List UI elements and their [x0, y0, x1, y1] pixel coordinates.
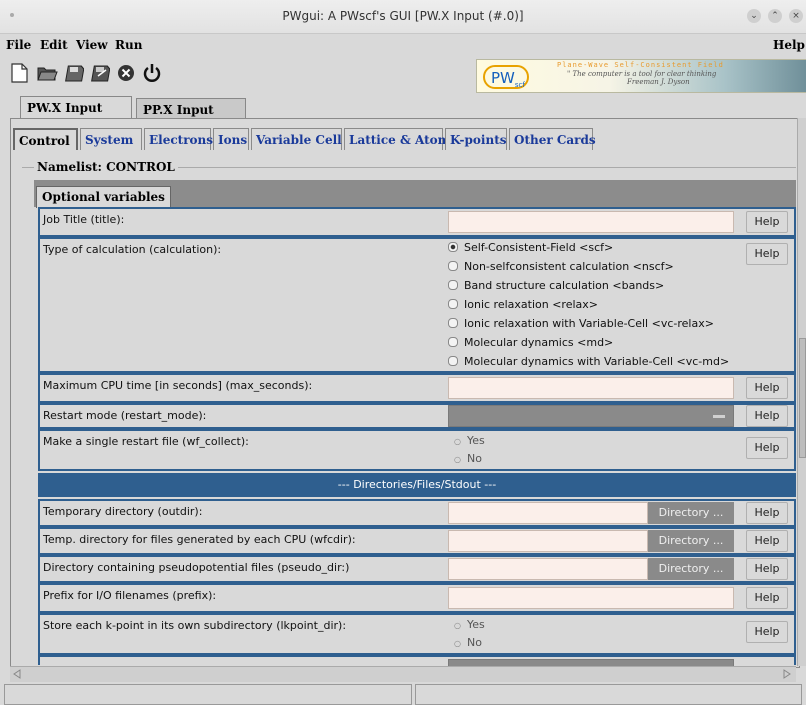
label-outdir: Temporary directory (outdir):: [43, 505, 203, 518]
radio-calc-vc-relax[interactable]: Ionic relaxation with Variable-Cell <vc-…: [448, 317, 714, 330]
row-wf-collect: Make a single restart file (wf_collect):…: [38, 429, 796, 471]
section-directories-header: --- Directories/Files/Stdout ---: [38, 473, 796, 497]
save-icon[interactable]: [62, 62, 84, 84]
minimize-icon[interactable]: ⌄: [747, 9, 761, 23]
help-button-lkpoint-dir[interactable]: Help: [746, 621, 788, 643]
vertical-scroll-thumb[interactable]: [799, 338, 806, 458]
menu-view[interactable]: View: [76, 38, 108, 52]
radio-calc-bands[interactable]: Band structure calculation <bands>: [448, 279, 664, 292]
maximize-icon[interactable]: ⌃: [768, 9, 782, 23]
status-field-left: [4, 684, 412, 705]
subtab-lattice-atoms[interactable]: Lattice & Atoms: [344, 128, 457, 150]
max-seconds-input[interactable]: [448, 377, 734, 399]
subtab-other-cards[interactable]: Other Cards: [509, 128, 596, 150]
row-outdir: Temporary directory (outdir): Directory …: [38, 499, 796, 527]
subtab-control[interactable]: Control: [13, 128, 78, 150]
label-wfcdir: Temp. directory for files generated by e…: [43, 533, 356, 546]
save-as-icon[interactable]: [88, 62, 110, 84]
menu-file[interactable]: File: [6, 38, 31, 52]
menu-help[interactable]: Help: [773, 38, 805, 52]
dropdown-indicator-icon: [713, 415, 725, 418]
radio-lkpoint-yes[interactable]: ○ Yes: [454, 618, 485, 631]
label-prefix: Prefix for I/O filenames (prefix):: [43, 589, 217, 602]
help-button-calculation[interactable]: Help: [746, 243, 788, 265]
row-title: Job Title (title): Help: [38, 207, 796, 237]
radio-lkpoint-no[interactable]: ○ No: [454, 636, 482, 649]
horizontal-scrollbar[interactable]: [10, 666, 796, 682]
help-button-wf-collect[interactable]: Help: [746, 437, 788, 459]
wfcdir-directory-button[interactable]: Directory ...: [648, 530, 734, 552]
radio-wf-collect-yes[interactable]: ○ Yes: [454, 434, 485, 447]
new-file-icon[interactable]: [8, 62, 30, 84]
subtab-variable-cell[interactable]: Variable Cell: [251, 128, 342, 150]
help-button-outdir[interactable]: Help: [746, 502, 788, 524]
banner-tagline: Plane-Wave Self-Consistent Field: [557, 61, 724, 69]
status-field-right: [415, 684, 802, 705]
row-pseudo-dir: Directory containing pseudopotential fil…: [38, 555, 796, 583]
stop-icon[interactable]: [115, 62, 137, 84]
row-max-seconds: Maximum CPU time [in seconds] (max_secon…: [38, 373, 796, 403]
radio-wf-collect-no[interactable]: ○ No: [454, 452, 482, 465]
label-wf-collect: Make a single restart file (wf_collect):: [43, 435, 249, 448]
vertical-scrollbar[interactable]: [797, 118, 806, 666]
scroll-right-icon[interactable]: [782, 669, 792, 679]
label-pseudo-dir: Directory containing pseudopotential fil…: [43, 561, 350, 574]
title-input[interactable]: [448, 211, 734, 233]
row-wfcdir: Temp. directory for files generated by e…: [38, 527, 796, 555]
subtab-electrons[interactable]: Electrons: [144, 128, 213, 150]
row-next-partial: [38, 655, 796, 667]
help-button-pseudo-dir[interactable]: Help: [746, 558, 788, 580]
tab-ppx-input[interactable]: PP.X Input (#.1): [136, 98, 246, 139]
subtab-k-points[interactable]: K-points: [445, 128, 507, 150]
close-icon[interactable]: ×: [789, 9, 803, 23]
open-folder-icon[interactable]: [36, 62, 58, 84]
row-calculation: Type of calculation (calculation): Self-…: [38, 237, 796, 373]
pseudo-dir-input[interactable]: [448, 558, 648, 580]
tab-optional-variables[interactable]: Optional variables: [36, 186, 171, 208]
wfcdir-input[interactable]: [448, 530, 648, 552]
label-title: Job Title (title):: [43, 213, 125, 226]
radio-calc-nscf[interactable]: Non-selfconsistent calculation <nscf>: [448, 260, 674, 273]
help-button-prefix[interactable]: Help: [746, 587, 788, 609]
outdir-directory-button[interactable]: Directory ...: [648, 502, 734, 524]
row-lkpoint-dir: Store each k-point in its own subdirecto…: [38, 613, 796, 655]
label-calculation: Type of calculation (calculation):: [43, 243, 222, 256]
restart-mode-dropdown[interactable]: [448, 405, 734, 427]
subtab-ions[interactable]: Ions: [213, 128, 249, 150]
menu-bar: File Edit View Run Help: [0, 34, 806, 56]
radio-calc-vc-md[interactable]: Molecular dynamics with Variable-Cell <v…: [448, 355, 729, 368]
subtab-system[interactable]: System: [80, 128, 142, 150]
namelist-title: Namelist: CONTROL: [34, 160, 178, 174]
power-icon[interactable]: [141, 62, 163, 84]
tab-pwx-input[interactable]: PW.X Input (#.0): [20, 96, 132, 137]
outdir-input[interactable]: [448, 502, 648, 524]
help-button-title[interactable]: Help: [746, 211, 788, 233]
label-restart-mode: Restart mode (restart_mode):: [43, 409, 207, 422]
prefix-input[interactable]: [448, 587, 734, 609]
row-prefix: Prefix for I/O filenames (prefix): Help: [38, 583, 796, 613]
banner-quote: " The computer is a tool for clear think…: [567, 70, 717, 86]
scroll-left-icon[interactable]: [12, 669, 22, 679]
help-button-wfcdir[interactable]: Help: [746, 530, 788, 552]
radio-calc-relax[interactable]: Ionic relaxation <relax>: [448, 298, 598, 311]
pwscf-banner: PWscf Plane-Wave Self-Consistent Field "…: [476, 59, 806, 93]
menu-run[interactable]: Run: [115, 38, 142, 52]
row-restart-mode: Restart mode (restart_mode): Help: [38, 403, 796, 429]
pseudo-dir-directory-button[interactable]: Directory ...: [648, 558, 734, 580]
title-bar: PWgui: A PWscf's GUI [PW.X Input (#.0)] …: [0, 0, 806, 34]
pw-logo: PWscf: [483, 65, 529, 89]
menu-edit[interactable]: Edit: [40, 38, 68, 52]
radio-calc-scf[interactable]: Self-Consistent-Field <scf>: [448, 241, 613, 254]
window-title: PWgui: A PWscf's GUI [PW.X Input (#.0)]: [282, 9, 524, 23]
help-button-max-seconds[interactable]: Help: [746, 377, 788, 399]
help-button-restart-mode[interactable]: Help: [746, 405, 788, 427]
radio-calc-md[interactable]: Molecular dynamics <md>: [448, 336, 613, 349]
label-lkpoint-dir: Store each k-point in its own subdirecto…: [43, 619, 347, 632]
label-max-seconds: Maximum CPU time [in seconds] (max_secon…: [43, 379, 313, 392]
